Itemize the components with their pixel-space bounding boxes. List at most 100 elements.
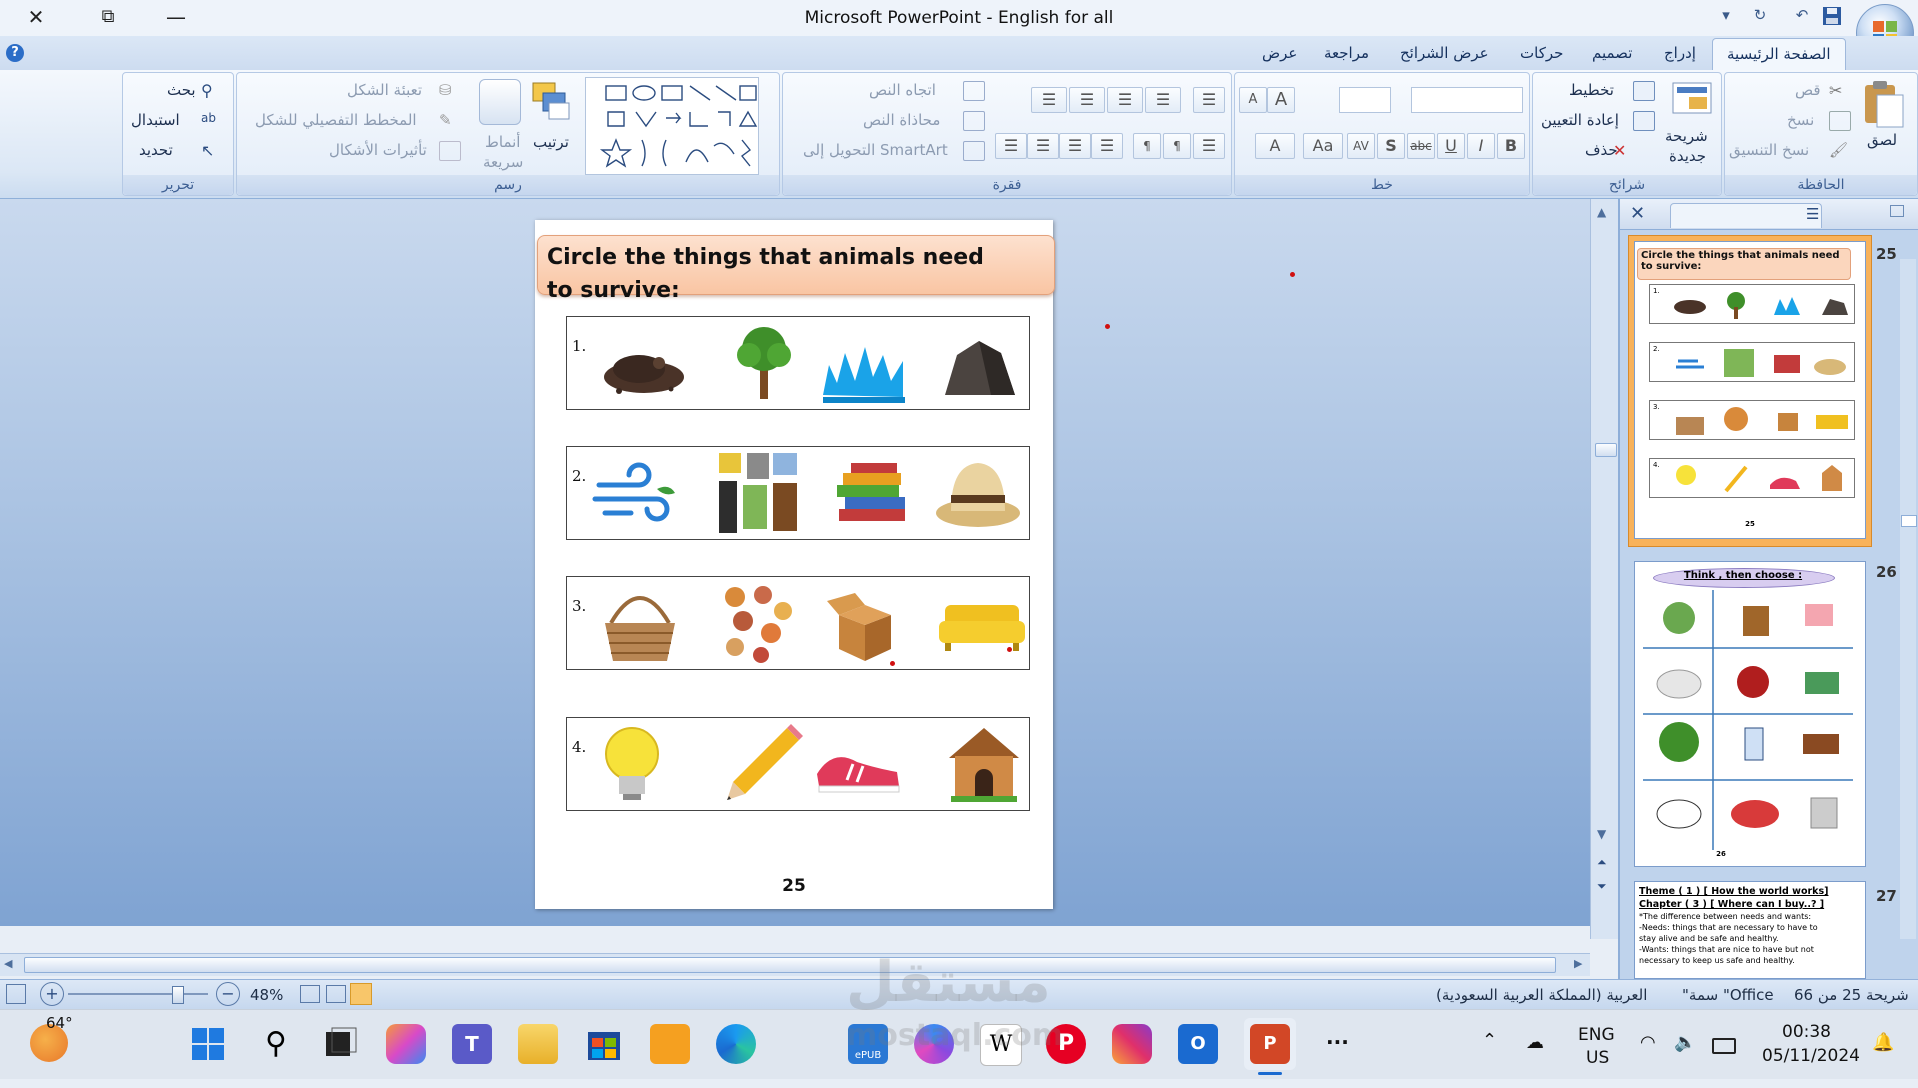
- numbering-button[interactable]: ☰: [1069, 87, 1105, 113]
- grow-font-button[interactable]: A: [1267, 87, 1295, 113]
- tab-insert[interactable]: إدراج: [1664, 44, 1696, 62]
- tab-animations[interactable]: حركات: [1520, 44, 1563, 62]
- arrange-icon[interactable]: [529, 79, 573, 123]
- shape-effects-label[interactable]: تأثيرات الأشكال: [329, 141, 427, 159]
- zoom-slider[interactable]: [68, 993, 208, 995]
- paste-label[interactable]: لصق: [1867, 131, 1897, 149]
- italic-button[interactable]: I: [1467, 133, 1495, 159]
- layout-label[interactable]: تخطيط: [1569, 81, 1614, 99]
- powerpoint-icon[interactable]: P: [1250, 1024, 1290, 1064]
- new-slide-label-1[interactable]: شريحة: [1665, 127, 1708, 145]
- copy-label[interactable]: نسخ: [1787, 111, 1814, 129]
- start-icon[interactable]: [188, 1024, 228, 1064]
- clothes-icon[interactable]: [713, 449, 803, 533]
- shadow-button[interactable]: S: [1377, 133, 1405, 159]
- basket-icon[interactable]: [595, 583, 685, 663]
- scroll-right-icon[interactable]: ▶: [1574, 957, 1582, 970]
- font-name-combo[interactable]: [1411, 87, 1523, 113]
- smartart-label[interactable]: التحويل إلى SmartArt: [803, 141, 948, 159]
- align-text-label[interactable]: محاذاة النص: [863, 111, 940, 129]
- next-slide-icon[interactable]: ⏷: [1597, 879, 1607, 894]
- water-icon[interactable]: [819, 325, 909, 405]
- copilot-icon[interactable]: [386, 1024, 426, 1064]
- slide-title-box[interactable]: Circle the things that animals need to s…: [537, 235, 1055, 303]
- font-color-button[interactable]: A: [1255, 133, 1295, 159]
- save-icon[interactable]: [1820, 6, 1844, 28]
- task-view-icon[interactable]: [320, 1024, 360, 1064]
- search-icon[interactable]: ⚲: [256, 1024, 296, 1064]
- reset-label[interactable]: إعادة التعيين: [1541, 111, 1619, 129]
- cut-label[interactable]: قص: [1795, 81, 1821, 99]
- columns-button[interactable]: ☰: [1193, 133, 1225, 159]
- instagram-icon[interactable]: [1112, 1024, 1152, 1064]
- pane-scroll-thumb[interactable]: [1901, 515, 1917, 527]
- change-case-button[interactable]: Aa: [1303, 133, 1343, 159]
- tab-slideshow[interactable]: عرض الشرائح: [1400, 44, 1489, 62]
- pane-scrollbar[interactable]: [1900, 259, 1917, 939]
- horizontal-scrollbar[interactable]: ◀ ▶: [0, 953, 1590, 976]
- light-bulb-icon[interactable]: [587, 722, 677, 802]
- justify-button[interactable]: ☰: [1091, 133, 1123, 159]
- shape-outline-label[interactable]: المخطط التفصيلي للشكل: [255, 111, 417, 129]
- underline-button[interactable]: U: [1437, 133, 1465, 159]
- paste-icon[interactable]: [1861, 79, 1911, 129]
- slideshow-view-icon[interactable]: [300, 985, 320, 1003]
- increase-indent-button[interactable]: ☰: [1145, 87, 1181, 113]
- shapes-gallery[interactable]: [585, 77, 759, 175]
- undo-icon[interactable]: ↶: [1790, 6, 1814, 28]
- teams-icon[interactable]: T: [452, 1024, 492, 1064]
- scroll-up-icon[interactable]: ▲: [1597, 205, 1606, 219]
- tab-design[interactable]: تصميم: [1592, 44, 1632, 62]
- align-left-button[interactable]: ☰: [1059, 133, 1091, 159]
- cloud-icon[interactable]: ☁: [1526, 1032, 1544, 1053]
- tree-icon[interactable]: [719, 321, 809, 401]
- vertical-scrollbar[interactable]: ▲ ▼ ⏶ ⏷: [1590, 199, 1619, 939]
- slide-thumbnail-26[interactable]: Think , then choose : 26: [1634, 561, 1866, 867]
- soil-icon[interactable]: [599, 325, 689, 405]
- tab-review[interactable]: مراجعة: [1324, 44, 1369, 62]
- outline-icon[interactable]: ☰: [1806, 205, 1819, 223]
- quick-styles-icon[interactable]: [479, 79, 521, 125]
- rtl-button[interactable]: ¶: [1133, 133, 1161, 159]
- more-apps-icon[interactable]: ···: [1326, 1030, 1349, 1054]
- tab-view[interactable]: عرض: [1262, 44, 1297, 62]
- sofa-icon[interactable]: [937, 585, 1027, 665]
- find-label[interactable]: بحث: [167, 81, 196, 99]
- bold-button[interactable]: B: [1497, 133, 1525, 159]
- pane-restore-icon[interactable]: [1890, 205, 1904, 217]
- normal-view-icon[interactable]: [350, 983, 372, 1005]
- hscroll-thumb[interactable]: [24, 957, 1556, 973]
- hat-icon[interactable]: [933, 451, 1023, 531]
- select-label[interactable]: تحديد: [139, 141, 173, 159]
- scroll-down-icon[interactable]: ▼: [1597, 827, 1606, 841]
- arrange-label[interactable]: ترتيب: [533, 133, 569, 151]
- slide-canvas[interactable]: Circle the things that animals need to s…: [535, 220, 1055, 909]
- volume-icon[interactable]: 🔈: [1674, 1032, 1696, 1053]
- bullets-button[interactable]: ☰: [1031, 87, 1067, 113]
- edge-icon[interactable]: [716, 1024, 756, 1064]
- store-icon[interactable]: [584, 1024, 624, 1064]
- clock-time[interactable]: 00:38: [1782, 1022, 1831, 1042]
- font-size-combo[interactable]: [1339, 87, 1391, 113]
- scroll-thumb[interactable]: [1595, 443, 1617, 457]
- scroll-left-icon[interactable]: ◀: [4, 957, 12, 970]
- sorter-view-icon[interactable]: [326, 985, 346, 1003]
- outlook-icon[interactable]: O: [1178, 1024, 1218, 1064]
- chevron-up-icon[interactable]: ⌃: [1482, 1030, 1497, 1051]
- wifi-icon[interactable]: ◠: [1640, 1032, 1656, 1053]
- app-icon[interactable]: [650, 1024, 690, 1064]
- replace-label[interactable]: استبدال: [131, 111, 180, 129]
- strikethrough-button[interactable]: abc: [1407, 133, 1435, 159]
- qat-customize-icon[interactable]: ▾: [1714, 6, 1738, 28]
- zoom-out-icon[interactable]: −: [216, 982, 240, 1006]
- line-spacing-button[interactable]: ☰: [1193, 87, 1225, 113]
- doghouse-icon[interactable]: [939, 722, 1029, 802]
- char-spacing-button[interactable]: AV: [1347, 133, 1375, 159]
- tab-slides[interactable]: [1670, 203, 1822, 228]
- new-slide-icon[interactable]: [1671, 79, 1715, 119]
- rock-icon[interactable]: [935, 325, 1025, 405]
- books-icon[interactable]: [829, 455, 919, 535]
- wind-icon[interactable]: [591, 455, 681, 535]
- decrease-indent-button[interactable]: ☰: [1107, 87, 1143, 113]
- lang-line1[interactable]: ENG: [1578, 1025, 1615, 1045]
